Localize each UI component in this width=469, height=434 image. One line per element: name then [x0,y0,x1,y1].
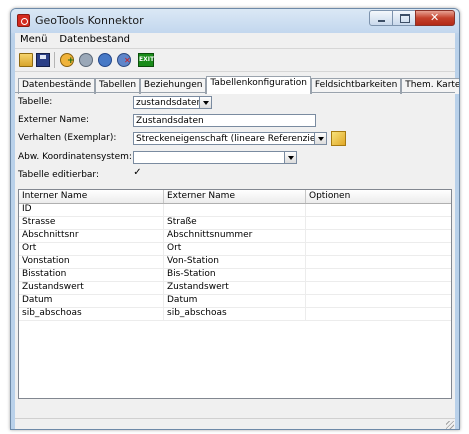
cell-options[interactable] [306,204,451,216]
cell-external-name[interactable]: sib_abschoas [164,308,306,320]
cell-options[interactable] [306,256,451,268]
save-icon[interactable] [36,53,50,67]
cell-options[interactable] [306,282,451,294]
cell-options[interactable] [306,230,451,242]
cell-external-name[interactable]: Ort [164,243,306,255]
window-title: GeoTools Konnektor [35,14,144,27]
close-button[interactable] [415,10,455,26]
cell-options[interactable] [306,243,451,255]
cell-internal-name[interactable]: Datum [19,295,164,307]
cell-external-name[interactable]: Bis-Station [164,269,306,281]
cell-external-name[interactable]: Abschnittsnummer [164,230,306,242]
coordinate-system-select[interactable] [133,151,285,164]
cell-internal-name[interactable]: Bisstation [19,269,164,281]
refresh-icon[interactable] [98,53,112,67]
cell-internal-name[interactable]: sib_abschoas [19,308,164,320]
cell-external-name[interactable]: Datum [164,295,306,307]
cell-internal-name[interactable]: Zustandswert [19,282,164,294]
add-icon[interactable] [60,53,75,67]
cell-external-name[interactable]: Zustandswert [164,282,306,294]
table-row[interactable]: Vonstation Von-Station [19,256,451,269]
table-row[interactable]: Bisstation Bis-Station [19,269,451,282]
coordinate-system-label: Abw. Koordinatensystem: [18,152,132,162]
column-header-internal-name[interactable]: Interner Name [19,190,164,203]
table-row[interactable]: Zustandswert Zustandswert [19,282,451,295]
cell-options[interactable] [306,295,451,307]
cell-external-name[interactable] [164,204,306,216]
cell-internal-name[interactable]: Ort [19,243,164,255]
maximize-button[interactable] [392,10,416,26]
toolbar: EXIT [15,49,455,72]
minimize-button[interactable] [369,10,393,26]
column-header-options[interactable]: Optionen [306,190,451,203]
table-row[interactable]: ID [19,204,451,217]
table-select-chevron-down-icon[interactable] [199,96,212,109]
external-name-input[interactable]: Zustandsdaten [133,114,316,127]
tab-tabellenkonfiguration[interactable]: Tabellenkonfiguration [206,76,312,94]
column-header-external-name[interactable]: Externer Name [164,190,306,203]
cell-external-name[interactable]: Von-Station [164,256,306,268]
window-controls [369,10,455,26]
table-row[interactable]: Datum Datum [19,295,451,308]
cell-external-name[interactable]: Straße [164,217,306,229]
delete-icon[interactable] [117,53,131,67]
cell-internal-name[interactable]: ID [19,204,164,216]
cell-options[interactable] [306,308,451,320]
field-grid: Interner Name Externer Name Optionen ID … [18,189,452,399]
status-bar [15,418,455,429]
title-bar[interactable]: GeoTools Konnektor [11,9,459,33]
tab-strip: Datenbestände Tabellen Beziehungen Tabel… [18,76,459,94]
menu-item-menu[interactable]: Menü [15,33,51,45]
cell-internal-name[interactable]: Vonstation [19,256,164,268]
behavior-select-chevron-down-icon[interactable] [314,132,327,145]
exit-icon[interactable]: EXIT [138,53,154,67]
open-folder-icon[interactable] [19,53,33,67]
behavior-label: Verhalten (Exemplar): [18,133,117,143]
table-row[interactable]: sib_abschoas sib_abschoas [19,308,451,321]
table-row[interactable]: Ort Ort [19,243,451,256]
behavior-select[interactable]: Streckeneigenschaft (lineare Referenzier… [133,132,315,145]
editable-checkbox[interactable]: ✓ [132,168,143,179]
cell-internal-name[interactable]: Strasse [19,217,164,229]
table-row[interactable]: Abschnittsnr Abschnittsnummer [19,230,451,243]
menu-item-datenbestand[interactable]: Datenbestand [54,33,134,45]
resize-grip-icon[interactable] [446,421,454,429]
table-row[interactable]: Strasse Straße [19,217,451,230]
edit-icon[interactable] [79,53,93,67]
cell-internal-name[interactable]: Abschnittsnr [19,230,164,242]
main-content: Datenbestände Tabellen Beziehungen Tabel… [15,72,459,419]
magic-wand-icon[interactable] [331,131,346,146]
app-icon [17,14,30,27]
editable-label: Tabelle editierbar: [18,170,99,180]
external-name-label: Externer Name: [18,115,90,125]
grid-header: Interner Name Externer Name Optionen [19,190,451,204]
table-label: Tabelle: [18,97,53,107]
coordinate-system-chevron-down-icon[interactable] [284,151,297,164]
app-window: GeoTools Konnektor Menü Datenbestand EXI… [10,8,460,430]
cell-options[interactable] [306,217,451,229]
cell-options[interactable] [306,269,451,281]
toolbar-separator [54,52,55,68]
menu-bar: Menü Datenbestand [15,33,455,49]
table-select[interactable]: zustandsdaten [133,96,200,109]
